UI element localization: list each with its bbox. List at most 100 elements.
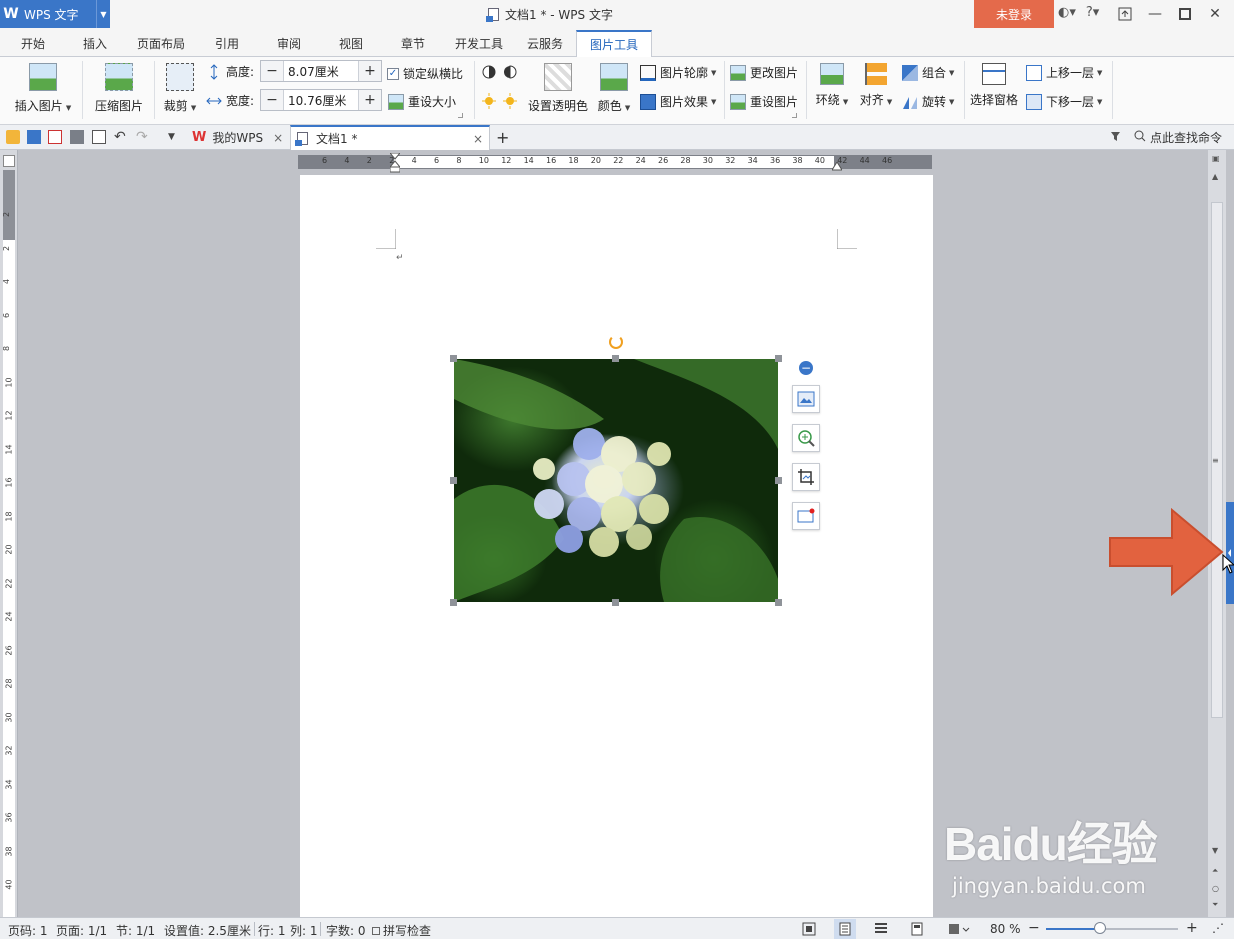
- selection-pane-button[interactable]: 选择窗格: [968, 63, 1020, 108]
- brightness-contrast-buttons[interactable]: [482, 64, 520, 83]
- collapse-toolbar-icon[interactable]: −: [799, 361, 813, 375]
- maximize-icon[interactable]: [1170, 0, 1200, 28]
- tab-picture-tools[interactable]: 图片工具: [576, 30, 652, 58]
- status-word-count[interactable]: 字数: 0: [326, 922, 366, 939]
- height-increment-button[interactable]: +: [359, 61, 381, 81]
- picture-frame-button[interactable]: [792, 502, 820, 530]
- scroll-down-arrow-icon[interactable]: ▼: [1212, 846, 1218, 855]
- status-setting[interactable]: 设置值: 2.5厘米: [164, 922, 251, 939]
- skin-icon[interactable]: ◐▾: [1058, 5, 1076, 20]
- insert-picture-button[interactable]: 插入图片 ▼: [12, 63, 74, 114]
- status-column[interactable]: 列: 1: [290, 922, 318, 939]
- tab-cloud[interactable]: 云服务: [518, 30, 572, 57]
- tab-review[interactable]: 审阅: [266, 30, 312, 57]
- layout-options-button[interactable]: [792, 385, 820, 413]
- picture-effect-button[interactable]: 图片效果 ▼: [640, 93, 716, 110]
- tab-chapter[interactable]: 章节: [390, 30, 436, 57]
- page-view-icon[interactable]: [834, 919, 856, 939]
- close-tab-icon[interactable]: ×: [473, 132, 483, 146]
- customize-chevron-icon[interactable]: ▼: [168, 130, 182, 144]
- height-stepper[interactable]: − 8.07厘米 +: [260, 60, 382, 82]
- next-page-icon[interactable]: ⏷: [1212, 900, 1218, 910]
- zoom-level[interactable]: 80 %: [990, 922, 1021, 936]
- export-pdf-icon[interactable]: [48, 130, 62, 144]
- help-button[interactable]: ?▾: [1086, 5, 1099, 20]
- tab-home[interactable]: 开始: [8, 30, 58, 57]
- tab-insert[interactable]: 插入: [70, 30, 120, 57]
- group-button[interactable]: 组合 ▼: [902, 64, 954, 81]
- crop-button[interactable]: 裁剪 ▼: [160, 63, 200, 114]
- resize-handle[interactable]: [775, 355, 782, 362]
- split-view-icon[interactable]: ▣: [1212, 154, 1220, 163]
- width-decrement-button[interactable]: −: [261, 90, 283, 110]
- undo-icon[interactable]: ↶: [114, 130, 128, 144]
- send-backward-button[interactable]: 下移一层 ▼: [1026, 93, 1102, 110]
- full-screen-view-icon[interactable]: [798, 919, 820, 939]
- rotate-handle-icon[interactable]: [609, 335, 623, 349]
- align-button[interactable]: 对齐 ▼: [856, 63, 896, 108]
- minimize-icon[interactable]: —: [1140, 0, 1170, 28]
- resize-handle[interactable]: [450, 599, 457, 606]
- resize-handle[interactable]: [612, 599, 619, 606]
- tab-page-layout[interactable]: 页面布局: [130, 30, 192, 57]
- set-transparent-button[interactable]: 设置透明色: [526, 63, 590, 114]
- reset-size-button[interactable]: 重设大小: [388, 93, 456, 110]
- horizontal-ruler[interactable]: 6 4 2 2 4 6 8 10 12 14 16 18 20 22 24 26 28 30 32 34 36 38 40 4…: [298, 153, 932, 173]
- tab-view[interactable]: 视图: [328, 30, 374, 57]
- dialog-launcher-icon[interactable]: [792, 113, 797, 118]
- eye-protection-button[interactable]: [944, 919, 974, 939]
- width-stepper[interactable]: − 10.76厘米 +: [260, 89, 382, 111]
- status-pages[interactable]: 页面: 1/1: [56, 922, 107, 939]
- app-menu-button[interactable]: W WPS 文字 ▼: [0, 0, 110, 28]
- rotate-button[interactable]: 旋转 ▼: [902, 93, 954, 110]
- zoom-slider[interactable]: [1046, 922, 1178, 934]
- chevron-down-icon[interactable]: ▼: [96, 0, 110, 28]
- browse-object-icon[interactable]: ○: [1212, 884, 1219, 893]
- resize-handle[interactable]: [450, 355, 457, 362]
- open-icon[interactable]: [6, 130, 20, 144]
- resize-handle[interactable]: [775, 477, 782, 484]
- document-page[interactable]: ↵ −: [300, 175, 933, 917]
- zoom-in-button[interactable]: +: [1186, 920, 1198, 936]
- close-icon[interactable]: ✕: [1200, 0, 1230, 28]
- reset-picture-button[interactable]: 重设图片: [730, 93, 798, 110]
- width-input[interactable]: 10.76厘米: [283, 90, 359, 110]
- picture-outline-button[interactable]: 图片轮廓 ▼: [640, 64, 716, 81]
- brightness-buttons[interactable]: [482, 93, 520, 112]
- crop-picture-button[interactable]: [792, 463, 820, 491]
- width-increment-button[interactable]: +: [359, 90, 381, 110]
- dialog-launcher-icon[interactable]: [458, 113, 463, 118]
- resize-grip-icon[interactable]: ⋰: [1212, 921, 1224, 935]
- doc-tab-my-wps[interactable]: W 我的WPS ×: [186, 125, 290, 150]
- zoom-slider-knob[interactable]: [1094, 922, 1107, 934]
- spell-check-toggle[interactable]: 拼写检查: [372, 922, 431, 939]
- login-button[interactable]: 未登录: [974, 0, 1054, 28]
- status-line[interactable]: 行: 1: [258, 922, 286, 939]
- color-button[interactable]: 颜色 ▼: [596, 63, 632, 114]
- status-section[interactable]: 节: 1/1: [116, 922, 155, 939]
- wrap-button[interactable]: 环绕 ▼: [812, 63, 852, 108]
- print-icon[interactable]: [70, 130, 84, 144]
- web-view-icon[interactable]: [906, 919, 928, 939]
- restore-ribbon-icon[interactable]: [1110, 0, 1140, 28]
- compress-picture-button[interactable]: 压缩图片: [90, 63, 148, 114]
- task-pane-toggle[interactable]: [1226, 502, 1234, 604]
- print-preview-icon[interactable]: [92, 130, 106, 144]
- indent-marker-icon[interactable]: [390, 153, 400, 173]
- selected-picture[interactable]: [454, 359, 778, 602]
- pin-icon[interactable]: [1110, 131, 1124, 143]
- save-icon[interactable]: [27, 130, 41, 144]
- previous-page-icon[interactable]: ⏶: [1212, 866, 1218, 876]
- right-indent-marker-icon[interactable]: [832, 162, 842, 171]
- status-page-number[interactable]: 页码: 1: [8, 922, 48, 939]
- vertical-ruler[interactable]: 2 2 4 6 8 10 12 14 16 18 20 22 24 26 28 30 32 34 36 38 40: [0, 150, 18, 917]
- search-command[interactable]: 点此查找命令: [1134, 129, 1222, 146]
- scroll-up-arrow-icon[interactable]: ▲: [1212, 172, 1218, 181]
- resize-handle[interactable]: [775, 599, 782, 606]
- height-decrement-button[interactable]: −: [261, 61, 283, 81]
- close-tab-icon[interactable]: ×: [273, 131, 283, 145]
- height-input[interactable]: 8.07厘米: [283, 61, 359, 81]
- bring-forward-button[interactable]: 上移一层 ▼: [1026, 64, 1102, 81]
- redo-icon[interactable]: ↷: [136, 130, 150, 144]
- tab-stop-selector[interactable]: [3, 155, 15, 167]
